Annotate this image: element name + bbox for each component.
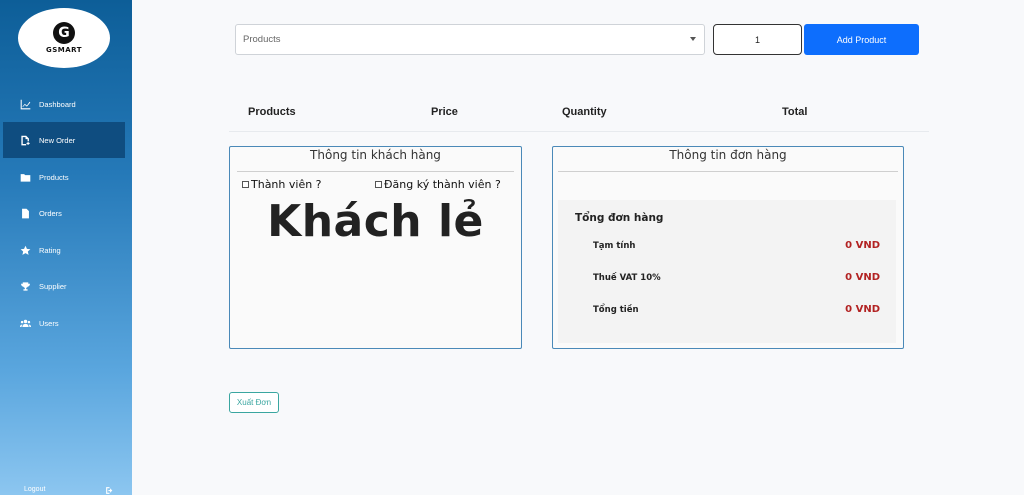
sidebar-item-label: Users — [39, 318, 59, 328]
total-value: 0 VND — [845, 304, 880, 315]
sidebar-item-label: Rating — [39, 245, 61, 255]
chevron-down-icon — [690, 37, 696, 41]
column-header-price: Price — [431, 106, 458, 118]
sidebar-item-label: Dashboard — [39, 99, 76, 109]
brand-logo[interactable]: G GSMART — [18, 8, 110, 68]
total-label: Tổng tiền — [593, 305, 639, 315]
order-summary-title: Tổng đơn hàng — [575, 212, 664, 224]
logo-mark: G — [53, 22, 75, 44]
customer-info-panel: Thông tin khách hàng Thành viên ? Đăng k… — [229, 146, 522, 349]
subtotal-value: 0 VND — [845, 240, 880, 251]
sidebar-item-label: Products — [39, 172, 69, 182]
column-header-quantity: Quantity — [562, 106, 607, 118]
sidebar-item-label: New Order — [39, 135, 76, 145]
guest-customer-label: Khách lẻ — [267, 196, 484, 247]
product-select-value: Products — [243, 34, 281, 45]
order-summary: Tổng đơn hàng Tạm tính 0 VND Thuế VAT 10… — [558, 200, 896, 343]
quantity-input[interactable]: 1 — [713, 24, 802, 55]
member-checkbox[interactable]: Thành viên ? — [242, 178, 322, 191]
column-header-total: Total — [782, 106, 808, 118]
subtotal-label: Tạm tính — [593, 241, 636, 251]
register-checkbox-label: Đăng ký thành viên ? — [384, 178, 501, 191]
sidebar: G GSMART Dashboard New Order Products Or… — [0, 0, 132, 495]
chart-line-icon — [19, 98, 31, 110]
sidebar-item-label: Supplier — [39, 281, 67, 291]
logout-label: Logout — [24, 486, 46, 493]
register-member-checkbox[interactable]: Đăng ký thành viên ? — [375, 178, 501, 191]
customer-panel-title: Thông tin khách hàng — [310, 148, 441, 162]
order-panel-title: Thông tin đơn hàng — [669, 148, 787, 162]
customer-panel-divider — [237, 171, 514, 172]
checkbox-box[interactable] — [242, 181, 249, 188]
logout-button[interactable]: Logout — [24, 486, 114, 495]
sidebar-item-new-order[interactable]: New Order — [3, 122, 125, 158]
member-checkbox-label: Thành viên ? — [251, 178, 322, 191]
column-header-products: Products — [248, 106, 296, 118]
table-header-divider — [229, 131, 929, 132]
vat-value: 0 VND — [845, 272, 880, 283]
logo-text: GSMART — [45, 46, 83, 54]
order-panel-divider — [558, 171, 898, 172]
star-icon — [19, 244, 31, 256]
sidebar-item-supplier[interactable]: Supplier — [3, 268, 125, 304]
checkbox-box[interactable] — [375, 181, 382, 188]
sidebar-item-orders[interactable]: Orders — [3, 195, 125, 231]
folder-icon — [19, 171, 31, 183]
file-icon — [19, 207, 31, 219]
product-select[interactable]: Products — [235, 24, 705, 55]
vat-label: Thuế VAT 10% — [593, 273, 661, 283]
add-product-button[interactable]: Add Product — [804, 24, 919, 55]
order-info-panel: Thông tin đơn hàng Tổng đơn hàng Tạm tín… — [552, 146, 904, 349]
export-order-button[interactable]: Xuất Đơn — [229, 392, 279, 413]
sidebar-item-users[interactable]: Users — [3, 305, 125, 341]
users-icon — [19, 317, 31, 329]
file-plus-icon — [19, 134, 31, 146]
logout-icon — [105, 486, 114, 495]
sidebar-item-label: Orders — [39, 208, 62, 218]
sidebar-item-products[interactable]: Products — [3, 159, 125, 195]
sidebar-item-dashboard[interactable]: Dashboard — [3, 86, 125, 122]
trophy-icon — [19, 280, 31, 292]
sidebar-item-rating[interactable]: Rating — [3, 232, 125, 268]
